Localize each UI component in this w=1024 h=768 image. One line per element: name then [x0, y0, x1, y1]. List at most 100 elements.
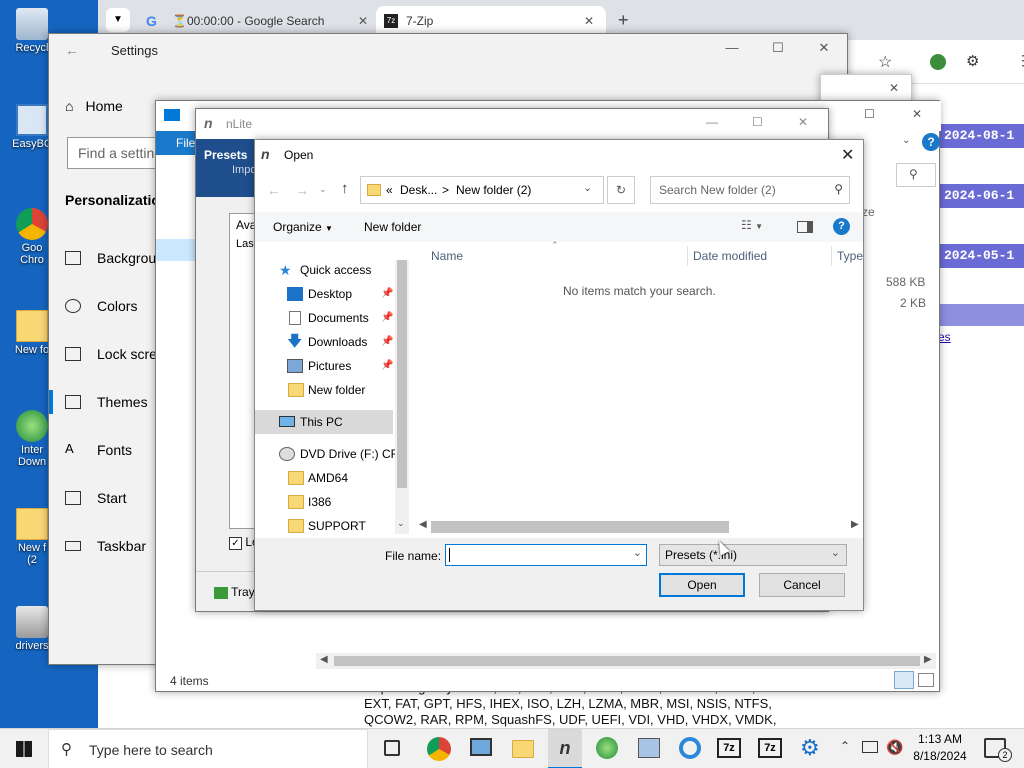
tray-button[interactable]: Tray	[214, 585, 255, 599]
minimize-icon[interactable]: —	[706, 115, 718, 129]
close-icon[interactable]: ✕	[889, 81, 899, 95]
column-name[interactable]: Name	[431, 249, 463, 263]
themes-icon	[65, 395, 81, 409]
chrome-taskbar-icon[interactable]	[427, 737, 451, 761]
close-icon[interactable]: ✕	[801, 40, 847, 56]
preview-pane-icon[interactable]	[797, 221, 813, 233]
breadcrumb-desktop[interactable]: Desk...	[400, 183, 437, 197]
horizontal-scrollbar[interactable]: ◀ ▶	[316, 653, 936, 669]
tree-item-this-pc[interactable]: This PC	[255, 410, 393, 434]
star-icon[interactable]: ☆	[878, 52, 892, 72]
cancel-button[interactable]: Cancel	[759, 573, 845, 597]
close-icon[interactable]: ✕	[841, 145, 854, 165]
install-taskbar-icon[interactable]	[638, 738, 660, 758]
large-icons-view-icon[interactable]	[918, 673, 934, 687]
computer-taskbar-icon[interactable]	[470, 738, 492, 756]
tree-item-quick-access[interactable]: ★ Quick access	[255, 258, 395, 282]
scroll-thumb[interactable]	[334, 656, 920, 666]
tree-item-i386[interactable]: I386	[255, 490, 395, 514]
breadcrumb-overflow[interactable]: «	[386, 183, 393, 197]
maximize-icon[interactable]: ☐	[864, 107, 875, 121]
taskbar-search-box[interactable]: ⚲ Type here to search	[48, 729, 368, 768]
settings-home[interactable]: ⌂ Home	[65, 98, 123, 114]
help-icon[interactable]: ?	[922, 133, 940, 151]
close-icon[interactable]: ✕	[358, 6, 368, 36]
chevron-down-icon[interactable]: ⌄	[583, 181, 592, 194]
back-arrow-icon[interactable]: ←	[267, 182, 281, 198]
column-date-modified[interactable]: Date modified	[693, 249, 767, 263]
column-type[interactable]: Type	[837, 249, 863, 263]
close-icon[interactable]: ✕	[912, 107, 922, 121]
dialog-footer: File name: ⌄ Presets (*.ini) ⌄ Open Canc…	[255, 538, 863, 610]
view-options-icon[interactable]: ☷ ▼	[741, 218, 763, 232]
organize-button[interactable]: Organize ▼	[273, 220, 333, 234]
refresh-button[interactable]: ↻	[607, 176, 635, 204]
scroll-left-icon[interactable]: ◀	[419, 519, 427, 530]
folder-icon	[16, 310, 48, 342]
maximize-icon[interactable]: ☐	[752, 115, 763, 129]
7zip-taskbar-icon-2[interactable]: 7z	[758, 738, 782, 758]
tab-title: 7-Zip	[406, 14, 434, 28]
scroll-right-icon[interactable]: ▶	[924, 654, 932, 665]
tree-item-downloads[interactable]: 🡇 Downloads 📌	[255, 330, 395, 354]
breadcrumb-new-folder-2[interactable]: New folder (2)	[456, 183, 531, 197]
tree-item-new-folder[interactable]: New folder	[255, 378, 395, 402]
address-bar[interactable]: « Desk... > New folder (2) ⌄	[360, 176, 604, 204]
file-explorer-icon[interactable]	[512, 740, 534, 758]
close-icon[interactable]: ✕	[584, 6, 594, 36]
open-button[interactable]: Open	[659, 573, 745, 597]
scroll-left-icon[interactable]: ◀	[320, 654, 328, 665]
tree-item-documents[interactable]: Documents 📌	[255, 306, 395, 330]
back-arrow-icon[interactable]: ←	[65, 42, 79, 58]
download-manager-taskbar-icon[interactable]	[596, 737, 618, 759]
chevron-up-icon[interactable]: ⌃	[840, 739, 850, 753]
details-view-icon[interactable]	[894, 671, 914, 689]
edge-taskbar-icon[interactable]	[679, 737, 701, 759]
forward-arrow-icon[interactable]: →	[295, 182, 309, 198]
tree-item-desktop[interactable]: Desktop 📌	[255, 282, 395, 306]
help-icon[interactable]: ?	[833, 218, 850, 235]
file-name-combobox[interactable]: ⌄	[445, 544, 647, 566]
tray-icon	[214, 586, 228, 599]
browser-tab-google[interactable]: G ⏳00:00:00 - Google Search ✕	[138, 6, 368, 36]
ribbon-file-tab[interactable]: File	[156, 131, 196, 155]
clock[interactable]: 1:13 AM 8/18/2024	[908, 731, 972, 765]
scroll-right-icon[interactable]: ▶	[851, 519, 859, 530]
notifications-button[interactable]: 2	[984, 738, 1012, 762]
chevron-down-icon[interactable]: ⌄	[902, 135, 910, 146]
highlight-bar	[940, 304, 1024, 326]
settings-taskbar-icon[interactable]: ⚙	[800, 735, 820, 761]
tree-item-support[interactable]: SUPPORT	[255, 514, 395, 534]
dialog-search-input[interactable]: Search New folder (2) ⚲	[650, 176, 850, 204]
navigation-scrollbar[interactable]: ⌄	[395, 260, 409, 534]
tab-search-button[interactable]: ▼	[106, 8, 130, 32]
7zip-taskbar-icon[interactable]: 7z	[717, 738, 741, 758]
tree-item-dvd-drive[interactable]: DVD Drive (F:) CR	[255, 442, 399, 466]
menu-icon[interactable]: ⋮	[1016, 52, 1024, 69]
scroll-down-icon[interactable]: ⌄	[397, 518, 405, 529]
chevron-down-icon[interactable]: ⌄	[319, 184, 327, 195]
up-arrow-icon[interactable]: ↑	[341, 180, 349, 197]
scroll-thumb[interactable]	[431, 521, 729, 533]
extensions-icon[interactable]: ⚙	[966, 52, 979, 70]
extension-globe-icon[interactable]	[930, 54, 946, 70]
chevron-down-icon[interactable]: ⌄	[633, 546, 642, 559]
new-tab-button[interactable]: +	[618, 10, 629, 31]
maximize-icon[interactable]: ☐	[755, 40, 801, 56]
tree-item-pictures[interactable]: Pictures 📌	[255, 354, 395, 378]
nlite-taskbar-icon[interactable]: n	[548, 729, 582, 768]
scroll-thumb[interactable]	[397, 260, 407, 488]
new-folder-button[interactable]: New folder	[364, 220, 421, 234]
network-icon[interactable]	[862, 741, 878, 753]
task-view-icon[interactable]	[384, 740, 400, 756]
file-type-filter[interactable]: Presets (*.ini) ⌄	[659, 544, 847, 566]
file-list-hscrollbar[interactable]: ◀ ▶	[415, 518, 863, 534]
chrome-icon	[16, 208, 48, 240]
close-icon[interactable]: ✕	[798, 115, 808, 129]
tree-item-amd64[interactable]: AMD64	[255, 466, 395, 490]
volume-muted-icon[interactable]: 🔇	[886, 739, 903, 756]
start-button[interactable]	[0, 729, 48, 768]
minimize-icon[interactable]: —	[709, 40, 755, 55]
date-cell: 2024-05-1	[940, 244, 1024, 268]
search-icon[interactable]: ⚲	[909, 167, 918, 181]
